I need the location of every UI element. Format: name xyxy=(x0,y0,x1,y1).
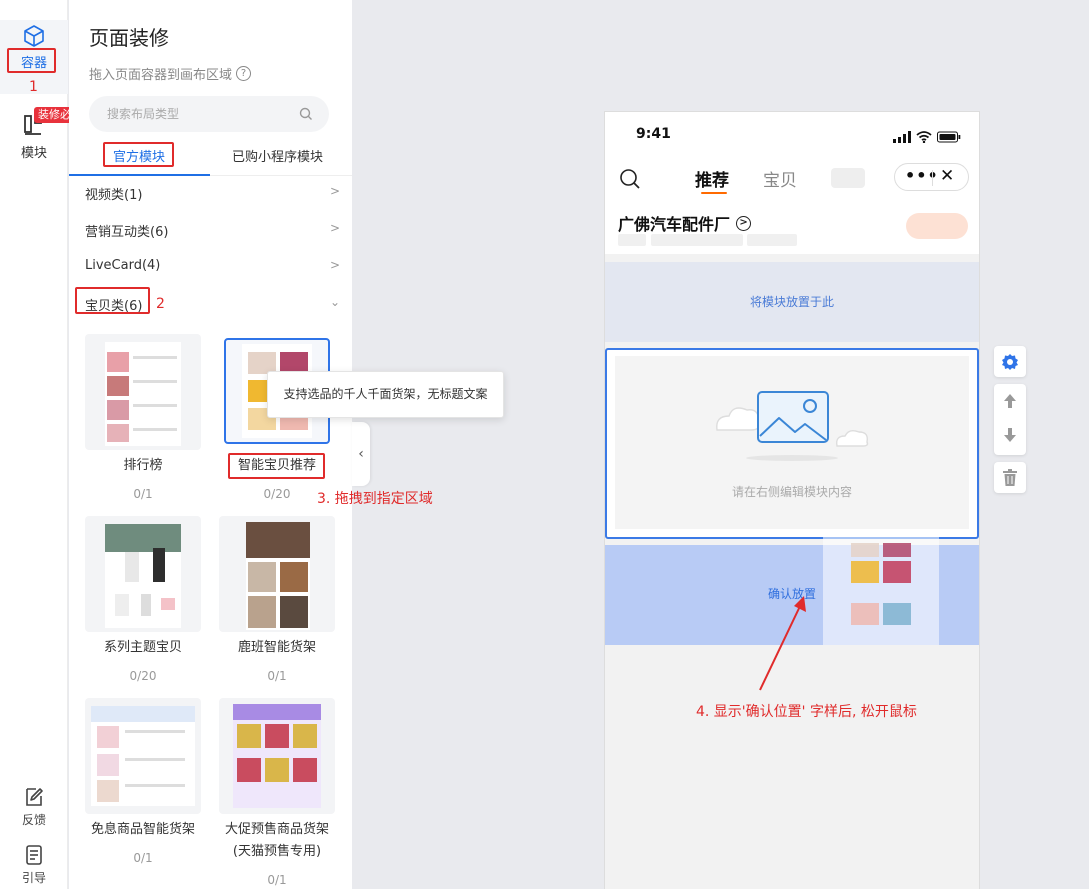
search-icon[interactable] xyxy=(299,107,313,121)
card-count-series-theme: 0/20 xyxy=(129,669,157,683)
card-count-ranking: 0/1 xyxy=(133,487,153,501)
card-thumbnail xyxy=(105,524,181,628)
collapse-panel-button[interactable]: ‹ xyxy=(352,422,370,486)
card-count-presale: 0/1 xyxy=(267,873,287,887)
chevron-right-icon: > xyxy=(329,221,340,235)
nav-tab-recommend[interactable]: 推荐 xyxy=(695,166,729,191)
trash-icon[interactable] xyxy=(1003,469,1017,486)
rail-item-feedback[interactable]: 反馈 xyxy=(0,786,68,828)
skeleton-bar xyxy=(651,234,743,246)
highlight-box-smart-recommend xyxy=(228,453,325,479)
category-livecard[interactable]: LiveCard(4) > xyxy=(85,258,340,273)
card-name-presale-sub: (天猫预售专用) xyxy=(232,844,322,859)
module-delete-toolbar xyxy=(994,462,1026,493)
gear-icon[interactable] xyxy=(1001,353,1019,371)
step-number-1: 1 xyxy=(29,79,38,95)
step-number-2: 2 xyxy=(156,296,165,312)
rail-item-guide[interactable]: 引导 xyxy=(0,844,68,886)
nav-tab-items[interactable]: 宝贝 xyxy=(763,166,797,191)
category-marketing[interactable]: 营销互动类(6) > xyxy=(85,221,340,240)
status-time: 9:41 xyxy=(636,126,671,142)
close-icon[interactable]: ✕ xyxy=(940,166,954,186)
cube-icon xyxy=(24,25,44,47)
chevron-right-circle-icon: > xyxy=(736,215,752,231)
nav-placeholder-tab xyxy=(831,168,865,188)
card-name-presale: 大促预售商品货架 xyxy=(224,822,329,837)
component-panel: 页面装修 拖入页面容器到画布区域 ? 官方模块 已购小程序模块 视频类(1) >… xyxy=(69,0,352,889)
search-icon[interactable] xyxy=(619,168,641,190)
category-video[interactable]: 视频类(1) > xyxy=(85,184,340,203)
drop-zone-placeholder[interactable]: 将模块放置于此 xyxy=(605,262,979,342)
card-thumbnail xyxy=(246,522,310,630)
module-content-area: 请在右侧编辑模块内容 xyxy=(615,356,969,529)
follow-button[interactable] xyxy=(906,213,968,239)
annotation-step-4: 4. 显示'确认位置' 字样后, 松开鼠标 xyxy=(696,704,917,720)
card-tooltip: 支持选品的千人千面货架，无标题文案 xyxy=(267,371,504,418)
shop-name-text: 广佛汽车配件厂 xyxy=(618,215,731,234)
search-box xyxy=(89,96,329,132)
status-icons xyxy=(892,128,961,147)
card-name-ranking: 排行榜 xyxy=(123,458,163,473)
rail-guide-label: 引导 xyxy=(21,871,46,885)
module-card-interest-free[interactable] xyxy=(85,698,201,814)
mini-program-capsule: ••• ✕ xyxy=(894,163,969,191)
module-move-toolbar xyxy=(994,384,1026,455)
rail-module-label: 模块 xyxy=(20,146,47,161)
edit-icon xyxy=(26,788,43,806)
panel-subtitle-text: 拖入页面容器到画布区域 xyxy=(89,68,233,83)
highlight-box-container xyxy=(7,48,56,73)
card-count-luban-shelf: 0/1 xyxy=(267,669,287,683)
shop-header: 9:41 推荐 宝贝 ••• ✕ 广佛汽车配件厂 > xyxy=(605,112,979,254)
panel-title: 页面装修 xyxy=(89,26,169,50)
phone-canvas: 9:41 推荐 宝贝 ••• ✕ 广佛汽车配件厂 > 将模块放置于此 请在右侧编… xyxy=(604,111,980,889)
card-thumbnail xyxy=(233,704,321,808)
card-name-interest-free: 免息商品智能货架 xyxy=(90,822,195,837)
capsule-divider xyxy=(932,170,933,186)
category-label: 营销互动类(6) xyxy=(85,225,169,240)
signal-icon xyxy=(892,131,911,143)
battery-icon xyxy=(937,131,961,143)
skeleton-bar xyxy=(747,234,797,246)
help-icon[interactable]: ? xyxy=(236,66,252,81)
highlight-box-official-tab xyxy=(103,142,174,167)
module-card-series-theme[interactable] xyxy=(85,516,201,632)
module-placeholder[interactable]: 请在右侧编辑模块内容 xyxy=(605,348,979,539)
module-card-luban-shelf[interactable] xyxy=(219,516,335,632)
skeleton-bar xyxy=(618,234,646,246)
card-count-interest-free: 0/1 xyxy=(133,851,153,865)
arrow-up-icon[interactable] xyxy=(1003,393,1017,409)
module-card-ranking[interactable] xyxy=(85,334,201,450)
card-thumbnail xyxy=(91,706,195,806)
annotation-arrow xyxy=(759,596,806,691)
wifi-icon xyxy=(916,131,932,144)
rail-feedback-label: 反馈 xyxy=(21,813,46,827)
tab-active-underline xyxy=(69,174,210,176)
panel-subtitle: 拖入页面容器到画布区域 ? xyxy=(89,64,252,83)
module-card-presale[interactable] xyxy=(219,698,335,814)
chevron-right-icon: > xyxy=(329,184,340,198)
image-placeholder-icon xyxy=(716,391,869,461)
more-icon[interactable]: ••• xyxy=(905,166,939,185)
category-label: 视频类(1) xyxy=(85,188,143,203)
card-thumbnail xyxy=(105,342,181,446)
nav-active-underline xyxy=(701,192,727,194)
document-icon xyxy=(26,845,42,865)
card-name-luban-shelf: 鹿班智能货架 xyxy=(237,640,316,655)
left-rail: 容器 1 模块 装修必备 反馈 引导 xyxy=(0,0,86,889)
tab-purchased-mini-modules[interactable]: 已购小程序模块 xyxy=(232,146,323,165)
module-hint-text: 请在右侧编辑模块内容 xyxy=(731,485,852,499)
shop-name[interactable]: 广佛汽车配件厂 > xyxy=(618,211,752,235)
chevron-down-icon: ⌄ xyxy=(329,295,340,309)
dragging-preview xyxy=(823,537,939,645)
annotation-step-3: 3. 拖拽到指定区域 xyxy=(317,491,433,507)
arrow-down-icon[interactable] xyxy=(1003,427,1017,443)
search-input[interactable] xyxy=(89,96,289,132)
category-label: LiveCard(4) xyxy=(85,258,161,273)
chevron-right-icon: > xyxy=(329,258,340,272)
highlight-box-items-category xyxy=(75,287,150,314)
module-settings-toolbar xyxy=(994,346,1026,377)
card-name-series-theme: 系列主题宝贝 xyxy=(103,640,182,655)
